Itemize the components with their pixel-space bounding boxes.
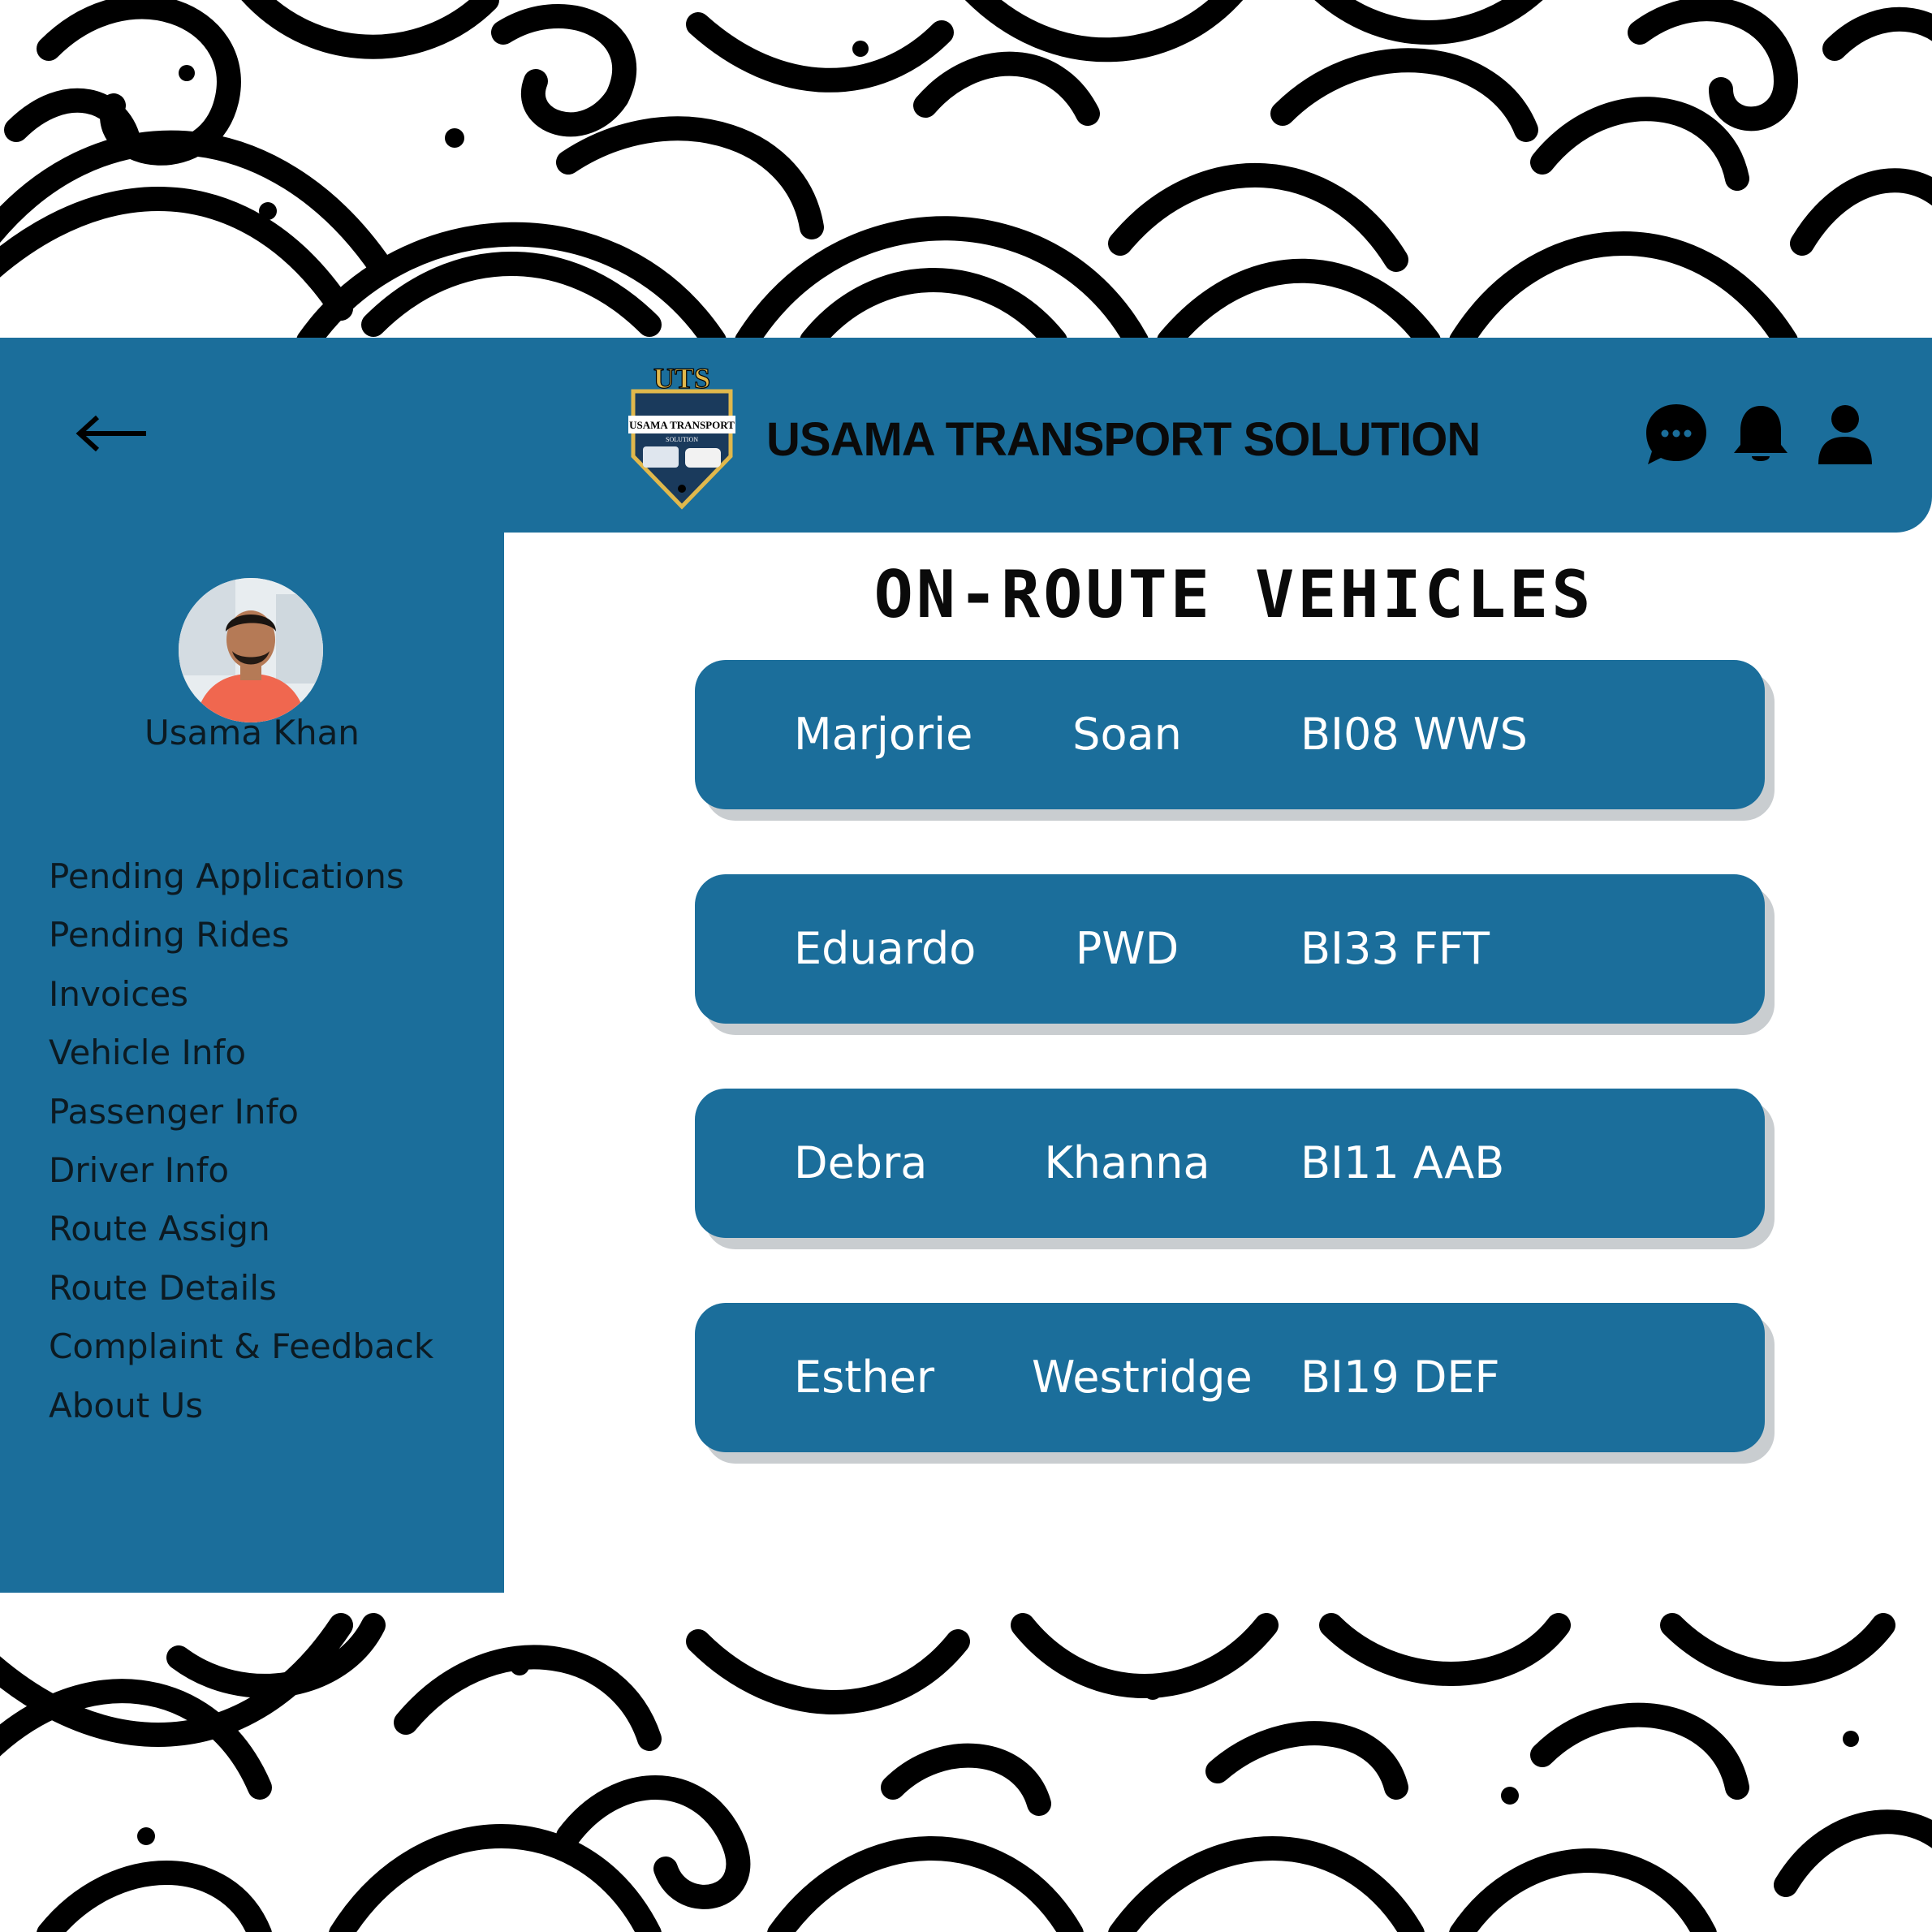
user-icon[interactable] — [1812, 401, 1878, 468]
bell-icon[interactable] — [1727, 401, 1794, 468]
sidebar-item-driver-info[interactable]: Driver Info — [49, 1141, 433, 1200]
vehicle-card[interactable]: Eduardo PWD BI33 FFT — [695, 874, 1765, 1024]
sidebar-item-vehicle-info[interactable]: Vehicle Info — [49, 1024, 433, 1082]
vehicle-plate: BI19 DEF — [1300, 1352, 1500, 1403]
driver-last-name: Soan — [1072, 709, 1182, 760]
sidebar-item-pending-rides[interactable]: Pending Rides — [49, 906, 433, 964]
sidebar-item-invoices[interactable]: Invoices — [49, 965, 433, 1024]
avatar[interactable] — [179, 578, 323, 722]
decorative-swirl-top — [0, 0, 1932, 338]
decorative-swirl-bottom — [0, 1593, 1932, 1932]
user-name: Usama Khan — [144, 713, 360, 753]
sidebar-item-route-assign[interactable]: Route Assign — [49, 1200, 433, 1258]
driver-first-name: Esther — [794, 1352, 935, 1403]
sidebar-item-complaint-feedback[interactable]: Complaint & Feedback — [49, 1317, 433, 1376]
svg-text:USAMA TRANSPORT: USAMA TRANSPORT — [629, 419, 735, 431]
svg-text:UTS: UTS — [653, 367, 710, 395]
sidebar-nav: Pending Applications Pending Rides Invoi… — [49, 847, 433, 1435]
vehicle-plate: BI08 WWS — [1300, 709, 1528, 760]
main-content: ON-ROUTE VEHICLES Marjorie Soan BI08 WWS… — [504, 533, 1932, 1593]
page-title: ON-ROUTE VEHICLES — [873, 557, 1594, 632]
driver-last-name: Khanna — [1044, 1137, 1210, 1188]
vehicle-card[interactable]: Debra Khanna BI11 AAB — [695, 1089, 1765, 1238]
driver-last-name: Westridge — [1032, 1352, 1253, 1403]
sidebar-item-about-us[interactable]: About Us — [49, 1377, 433, 1435]
chat-icon[interactable] — [1643, 401, 1710, 468]
app-title: USAMA TRANSPORT SOLUTION — [766, 413, 1481, 466]
arrow-left-icon[interactable] — [71, 401, 153, 466]
vehicle-plate: BI11 AAB — [1300, 1137, 1505, 1188]
company-logo: UTS USAMA TRANSPORT SOLUTION — [625, 361, 739, 510]
driver-first-name: Debra — [794, 1137, 928, 1188]
driver-first-name: Eduardo — [794, 923, 977, 974]
sidebar-item-passenger-info[interactable]: Passenger Info — [49, 1083, 433, 1141]
sidebar-item-route-details[interactable]: Route Details — [49, 1259, 433, 1317]
driver-last-name: PWD — [1075, 923, 1179, 974]
svg-text:SOLUTION: SOLUTION — [666, 436, 698, 443]
vehicle-card[interactable]: Marjorie Soan BI08 WWS — [695, 660, 1765, 809]
app-header: UTS USAMA TRANSPORT SOLUTION USAMA TRANS… — [0, 338, 1932, 533]
vehicle-card[interactable]: Esther Westridge BI19 DEF — [695, 1303, 1765, 1452]
vehicle-plate: BI33 FFT — [1300, 923, 1490, 974]
app-screen: UTS USAMA TRANSPORT SOLUTION USAMA TRANS… — [0, 0, 1932, 1932]
sidebar-item-pending-applications[interactable]: Pending Applications — [49, 847, 433, 906]
driver-first-name: Marjorie — [794, 709, 973, 760]
sidebar: Usama Khan Pending Applications Pending … — [0, 533, 504, 1593]
